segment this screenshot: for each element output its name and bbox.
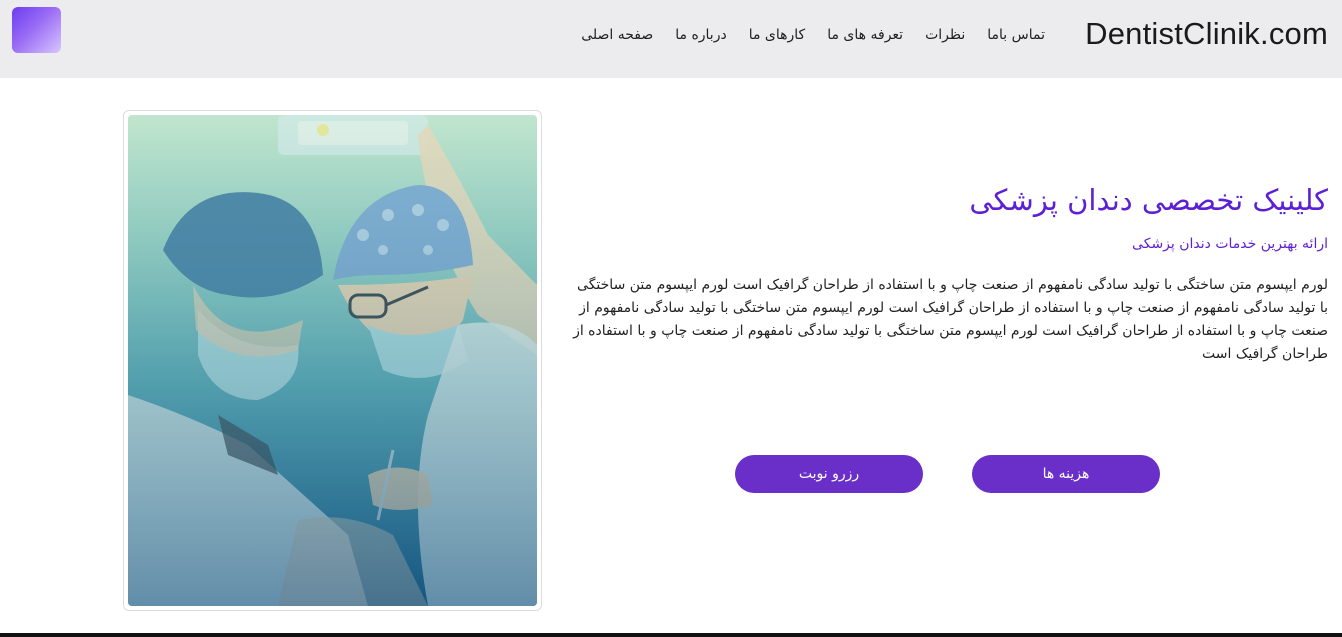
nav-pricing[interactable]: تعرفه های ما — [827, 27, 903, 43]
nav-reviews[interactable]: نظرات — [925, 27, 965, 43]
site-header: صفحه اصلی درباره ما کارهای ما تعرفه های … — [0, 0, 1342, 78]
hero-title: کلینیک تخصصی دندان پزشکی — [969, 183, 1328, 217]
reserve-appointment-button[interactable]: رزرو نوبت — [735, 455, 923, 493]
hero-content: کلینیک تخصصی دندان پزشکی ارائه بهترین خد… — [568, 180, 1328, 366]
nav-contact[interactable]: تماس باما — [987, 27, 1045, 43]
hero-subtitle: ارائه بهترین خدمات دندان پزشکی — [1132, 236, 1328, 252]
costs-button[interactable]: هزینه ها — [972, 455, 1160, 493]
hero-image-frame — [123, 110, 542, 611]
bottom-divider — [0, 633, 1342, 637]
nav-home[interactable]: صفحه اصلی — [581, 27, 653, 43]
logo-icon[interactable] — [12, 7, 61, 53]
nav-works[interactable]: کارهای ما — [749, 27, 806, 43]
nav-about[interactable]: درباره ما — [675, 27, 726, 43]
hero-description: لورم ایپسوم متن ساختگی با تولید سادگی نا… — [573, 277, 1328, 362]
main-nav: صفحه اصلی درباره ما کارهای ما تعرفه های … — [581, 27, 1045, 43]
brand-name[interactable]: DentistClinik.com — [1085, 16, 1328, 52]
dentists-photo-icon — [128, 115, 537, 606]
